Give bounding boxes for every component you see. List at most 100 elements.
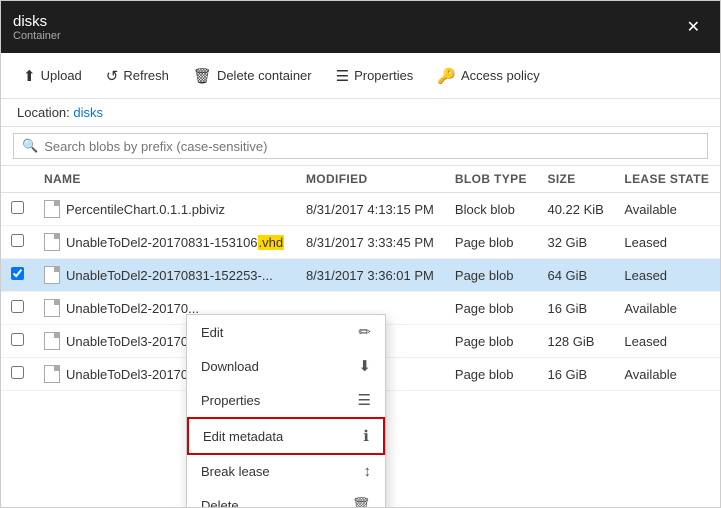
- title-bar-left: disks Container: [13, 13, 61, 42]
- main-window: disks Container ✕ ⬆ Upload ↺ Refresh 🗑 D…: [0, 0, 721, 508]
- properties-label: Properties: [354, 68, 413, 83]
- context-menu-properties[interactable]: Properties ☰: [187, 383, 385, 417]
- row-leasestate: Leased: [614, 259, 720, 292]
- col-name: NAME: [34, 166, 296, 193]
- row-checkbox[interactable]: [1, 358, 34, 391]
- col-leasestate: LEASE STATE: [614, 166, 720, 193]
- row-size: 40.22 KiB: [537, 193, 614, 226]
- row-modified: 8/31/2017 3:33:45 PM: [296, 226, 445, 259]
- row-leasestate: Available: [614, 292, 720, 325]
- window-title: disks: [13, 13, 61, 30]
- context-menu-edit[interactable]: Edit ✏: [187, 315, 385, 349]
- content-area: NAME MODIFIED BLOB TYPE SIZE LEASE STATE…: [1, 166, 720, 507]
- break-lease-icon: ↕: [364, 463, 372, 480]
- context-download-label: Download: [201, 359, 259, 374]
- location-link[interactable]: disks: [73, 105, 103, 120]
- refresh-icon: ↺: [106, 67, 119, 85]
- close-button[interactable]: ✕: [679, 13, 708, 41]
- file-name: UnableToDel2-20170831-152253-...: [66, 268, 273, 283]
- search-bar: 🔍: [1, 127, 720, 166]
- refresh-button[interactable]: ↺ Refresh: [96, 62, 179, 90]
- delete-container-label: Delete container: [217, 68, 312, 83]
- title-bar: disks Container ✕: [1, 1, 720, 53]
- file-icon: [44, 365, 60, 383]
- context-menu-edit-metadata[interactable]: Edit metadata ℹ: [187, 417, 385, 455]
- row-leasestate: Leased: [614, 226, 720, 259]
- row-modified: 8/31/2017 4:13:15 PM: [296, 193, 445, 226]
- search-input[interactable]: [44, 139, 699, 154]
- row-modified: 8/31/2017 3:36:01 PM: [296, 259, 445, 292]
- row-name: UnableToDel2-20170831-152253-...: [34, 259, 296, 292]
- delete-container-icon: 🗑: [193, 67, 212, 85]
- row-checkbox[interactable]: [1, 259, 34, 292]
- file-icon: [44, 233, 60, 251]
- col-modified: MODIFIED: [296, 166, 445, 193]
- toolbar: ⬆ Upload ↺ Refresh 🗑 Delete container ☰ …: [1, 53, 720, 99]
- row-blobtype: Page blob: [445, 358, 538, 391]
- context-menu: Edit ✏ Download ⬇ Properties ☰ Edit meta…: [186, 314, 386, 507]
- file-icon: [44, 332, 60, 350]
- table-row[interactable]: PercentileChart.0.1.1.pbiviz 8/31/2017 4…: [1, 193, 720, 226]
- row-checkbox[interactable]: [1, 226, 34, 259]
- refresh-label: Refresh: [123, 68, 169, 83]
- file-icon: [44, 299, 60, 317]
- properties-list-icon: ☰: [358, 391, 371, 409]
- col-checkbox: [1, 166, 34, 193]
- col-blobtype: BLOB TYPE: [445, 166, 538, 193]
- row-checkbox[interactable]: [1, 193, 34, 226]
- properties-button[interactable]: ☰ Properties: [326, 62, 424, 90]
- access-policy-icon: 🔑: [437, 67, 456, 85]
- table-header-row: NAME MODIFIED BLOB TYPE SIZE LEASE STATE: [1, 166, 720, 193]
- row-leasestate: Available: [614, 193, 720, 226]
- context-edit-metadata-label: Edit metadata: [203, 429, 283, 444]
- file-name: UnableToDel2-20170831-153106.vhd: [66, 235, 284, 250]
- context-properties-label: Properties: [201, 393, 260, 408]
- row-blobtype: Page blob: [445, 226, 538, 259]
- upload-button[interactable]: ⬆ Upload: [13, 62, 92, 90]
- row-name: UnableToDel2-20170831-153106.vhd: [34, 226, 296, 259]
- row-size: 128 GiB: [537, 325, 614, 358]
- edit-icon: ✏: [358, 323, 371, 341]
- context-delete-label: Delete: [201, 498, 239, 508]
- context-break-lease-label: Break lease: [201, 464, 270, 479]
- row-leasestate: Leased: [614, 325, 720, 358]
- context-menu-delete[interactable]: Delete 🗑: [187, 488, 385, 507]
- row-size: 16 GiB: [537, 292, 614, 325]
- upload-icon: ⬆: [23, 67, 36, 85]
- table-row[interactable]: UnableToDel2-20170831-152253-... 8/31/20…: [1, 259, 720, 292]
- location-bar: Location: disks: [1, 99, 720, 127]
- row-size: 16 GiB: [537, 358, 614, 391]
- delete-container-button[interactable]: 🗑 Delete container: [183, 62, 322, 90]
- properties-icon: ☰: [336, 67, 349, 85]
- row-size: 32 GiB: [537, 226, 614, 259]
- col-size: SIZE: [537, 166, 614, 193]
- row-checkbox[interactable]: [1, 325, 34, 358]
- file-name: UnableToDel3-20170...: [66, 334, 199, 349]
- row-blobtype: Page blob: [445, 325, 538, 358]
- location-label: Location:: [17, 105, 70, 120]
- file-icon: [44, 266, 60, 284]
- row-size: 64 GiB: [537, 259, 614, 292]
- context-menu-download[interactable]: Download ⬇: [187, 349, 385, 383]
- row-leasestate: Available: [614, 358, 720, 391]
- access-policy-button[interactable]: 🔑 Access policy: [427, 62, 549, 90]
- row-checkbox[interactable]: [1, 292, 34, 325]
- search-icon: 🔍: [22, 138, 38, 154]
- access-policy-label: Access policy: [461, 68, 540, 83]
- name-highlight: .vhd: [258, 235, 285, 250]
- context-menu-break-lease[interactable]: Break lease ↕: [187, 455, 385, 488]
- row-name: PercentileChart.0.1.1.pbiviz: [34, 193, 296, 226]
- context-edit-label: Edit: [201, 325, 223, 340]
- row-blobtype: Page blob: [445, 292, 538, 325]
- search-input-wrap: 🔍: [13, 133, 708, 159]
- file-name: UnableToDel3-20170...: [66, 367, 199, 382]
- info-icon: ℹ: [363, 427, 369, 445]
- upload-label: Upload: [41, 68, 82, 83]
- file-name: PercentileChart.0.1.1.pbiviz: [66, 202, 225, 217]
- row-blobtype: Block blob: [445, 193, 538, 226]
- file-icon: [44, 200, 60, 218]
- row-blobtype: Page blob: [445, 259, 538, 292]
- file-name: UnableToDel2-20170...: [66, 301, 199, 316]
- delete-icon: 🗑: [352, 496, 371, 507]
- table-row[interactable]: UnableToDel2-20170831-153106.vhd 8/31/20…: [1, 226, 720, 259]
